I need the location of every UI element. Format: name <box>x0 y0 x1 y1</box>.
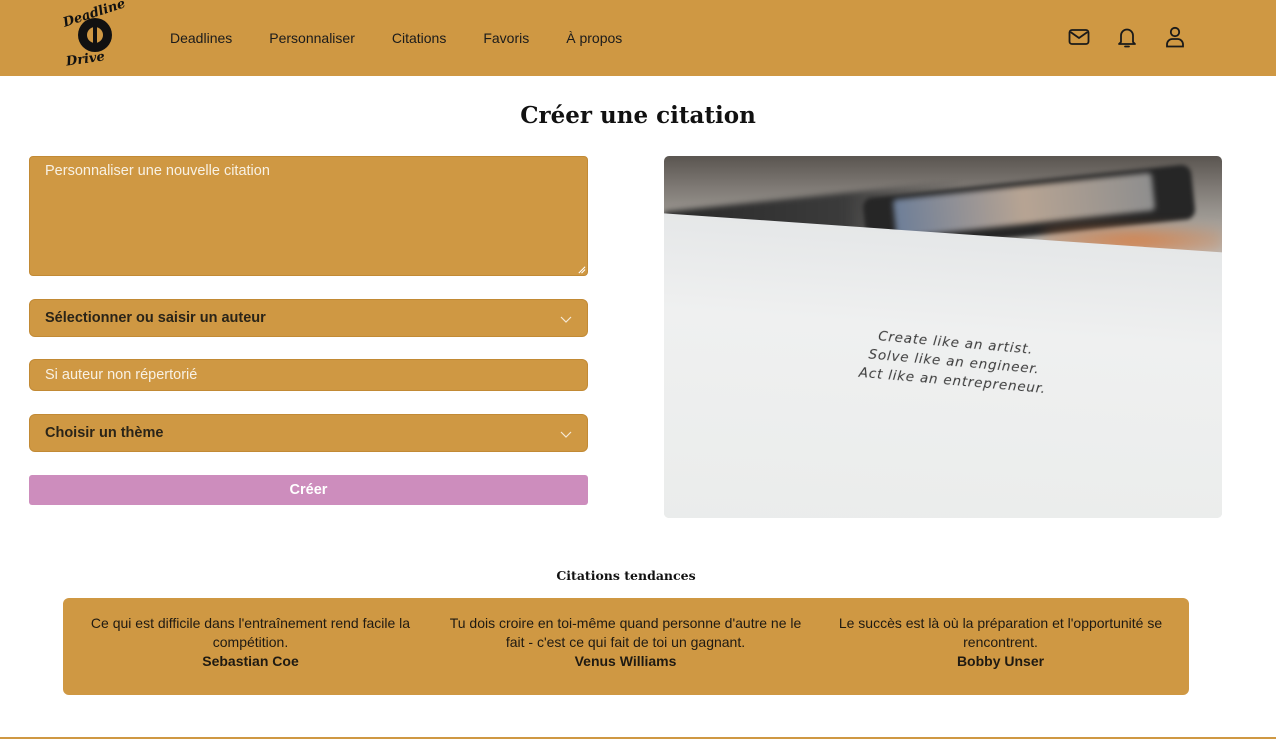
create-button[interactable]: Créer <box>29 475 588 505</box>
logo-bottom-word: Drive <box>65 49 106 70</box>
theme-select-label: Choisir un thème <box>45 425 164 441</box>
trending-title: Citations tendances <box>556 568 696 583</box>
nav-deadlines[interactable]: Deadlines <box>170 30 232 46</box>
logo[interactable]: Deadline Drive <box>56 0 127 72</box>
header-actions <box>1066 23 1188 51</box>
trending-quote-card[interactable]: Ce qui est difficile dans l'entraînement… <box>63 598 438 695</box>
quote-text: Tu dois croire en toi-même quand personn… <box>449 615 802 650</box>
theme-select[interactable]: Choisir un thème <box>29 414 588 452</box>
quote-author: Sebastian Coe <box>202 653 299 669</box>
chevron-down-icon <box>560 316 572 323</box>
logo-disc-icon <box>78 18 112 52</box>
top-header: Deadline Drive Deadlines Personnaliser C… <box>0 0 1276 76</box>
quote-text: Le succès est là où la préparation et l'… <box>838 615 1163 650</box>
quote-text: Ce qui est difficile dans l'entraînement… <box>90 615 411 650</box>
mail-icon[interactable] <box>1066 23 1092 51</box>
nav-a-propos[interactable]: À propos <box>566 30 622 46</box>
main-nav: Deadlines Personnaliser Citations Favori… <box>170 0 659 76</box>
page-title: Créer une citation <box>520 102 756 129</box>
trending-quote-card[interactable]: Le succès est là où la préparation et l'… <box>813 598 1188 695</box>
chevron-down-icon <box>560 431 572 438</box>
custom-author-input[interactable] <box>29 359 588 391</box>
user-icon[interactable] <box>1162 23 1188 51</box>
quote-textarea[interactable] <box>29 156 588 276</box>
bell-icon[interactable] <box>1114 23 1140 51</box>
author-select[interactable]: Sélectionner ou saisir un auteur <box>29 299 588 337</box>
quote-photo: Create like an artist. Solve like an eng… <box>664 156 1222 518</box>
quote-author: Bobby Unser <box>956 653 1045 669</box>
resize-grip-icon[interactable] <box>577 265 586 274</box>
trending-quotes: Ce qui est difficile dans l'entraînement… <box>63 598 1189 695</box>
quote-author: Venus Williams <box>574 653 677 669</box>
trending-quote-card[interactable]: Tu dois croire en toi-même quand personn… <box>438 598 813 695</box>
nav-personnaliser[interactable]: Personnaliser <box>269 30 355 46</box>
author-select-label: Sélectionner ou saisir un auteur <box>45 310 266 326</box>
nav-favoris[interactable]: Favoris <box>483 30 529 46</box>
nav-citations[interactable]: Citations <box>392 30 446 46</box>
